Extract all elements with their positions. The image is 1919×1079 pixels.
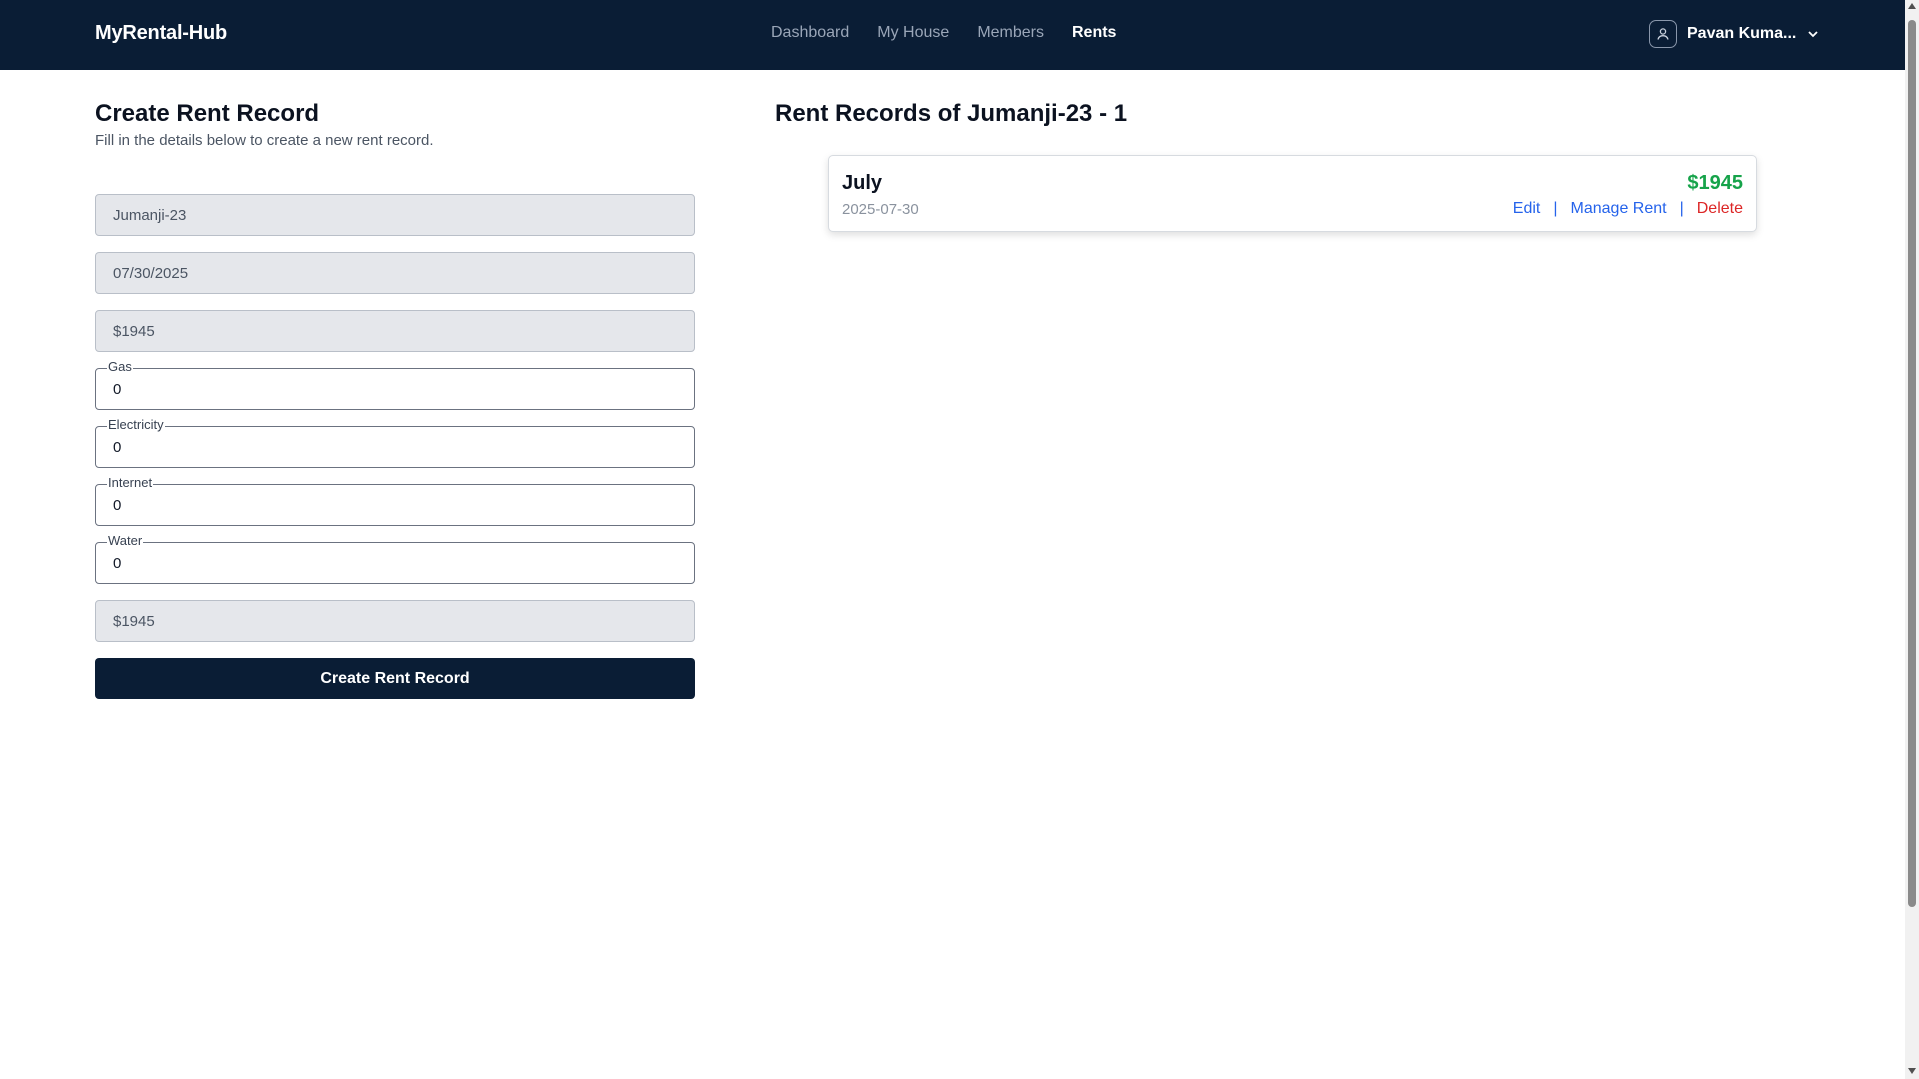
user-menu[interactable]: Pavan Kuma... xyxy=(1649,20,1820,48)
record-date: 2025-07-30 xyxy=(842,201,919,218)
form-subtitle: Fill in the details below to create a ne… xyxy=(95,132,434,149)
electricity-field[interactable]: Electricity 0 xyxy=(95,417,695,468)
rent-field[interactable]: $1945 xyxy=(95,310,695,352)
record-month: July xyxy=(842,172,883,194)
top-navbar: MyRental-Hub Dashboard My House Members … xyxy=(0,0,1905,70)
gas-value: 0 xyxy=(113,380,122,398)
total-value: $1945 xyxy=(113,612,155,630)
nav-dashboard[interactable]: Dashboard xyxy=(771,24,849,42)
scroll-down-arrow-icon[interactable] xyxy=(1908,1068,1916,1074)
internet-value: 0 xyxy=(113,496,122,514)
action-separator: | xyxy=(1553,200,1558,217)
create-rent-form-header: Create Rent Record Fill in the details b… xyxy=(95,100,695,149)
house-value: Jumanji-23 xyxy=(113,206,187,224)
gas-label: Gas xyxy=(107,359,133,375)
form-title: Create Rent Record xyxy=(95,100,320,127)
manage-rent-link[interactable]: Manage Rent xyxy=(1571,200,1667,218)
total-field[interactable]: $1945 xyxy=(95,600,695,642)
records-title: Rent Records of Jumanji-23 - 1 xyxy=(775,100,1128,127)
main-nav: Dashboard My House Members Rents xyxy=(771,24,1116,42)
rent-record-card: July 2025-07-30 $1945 Edit | Manage Rent… xyxy=(828,155,1757,232)
delete-link[interactable]: Delete xyxy=(1697,200,1743,218)
nav-members[interactable]: Members xyxy=(977,24,1044,42)
internet-field[interactable]: Internet 0 xyxy=(95,475,695,526)
chevron-down-icon xyxy=(1806,27,1820,41)
house-field[interactable]: Jumanji-23 xyxy=(95,194,695,236)
rent-value: $1945 xyxy=(113,322,155,340)
nav-my-house[interactable]: My House xyxy=(877,24,949,42)
record-amount: $1945 xyxy=(1687,172,1743,194)
water-field[interactable]: Water 0 xyxy=(95,533,695,584)
action-separator: | xyxy=(1679,200,1684,217)
water-value: 0 xyxy=(113,554,122,572)
scroll-thumb[interactable] xyxy=(1908,20,1916,907)
nav-rents[interactable]: Rents xyxy=(1072,24,1116,42)
electricity-label: Electricity xyxy=(107,417,165,433)
gas-field[interactable]: Gas 0 xyxy=(95,359,695,410)
brand-logo[interactable]: MyRental-Hub xyxy=(95,22,227,45)
date-field[interactable]: 07/30/2025 xyxy=(95,252,695,294)
water-label: Water xyxy=(107,533,144,549)
edit-link[interactable]: Edit xyxy=(1513,200,1541,218)
page-scrollbar[interactable] xyxy=(1905,0,1919,1079)
user-name: Pavan Kuma... xyxy=(1687,25,1797,42)
electricity-value: 0 xyxy=(113,438,122,456)
date-value: 07/30/2025 xyxy=(113,264,189,282)
create-rent-record-button[interactable]: Create Rent Record xyxy=(95,658,695,699)
scroll-up-arrow-icon[interactable] xyxy=(1908,3,1916,9)
internet-label: Internet xyxy=(107,475,154,491)
user-icon xyxy=(1649,20,1677,48)
record-actions: Edit | Manage Rent | Delete xyxy=(1513,200,1743,218)
